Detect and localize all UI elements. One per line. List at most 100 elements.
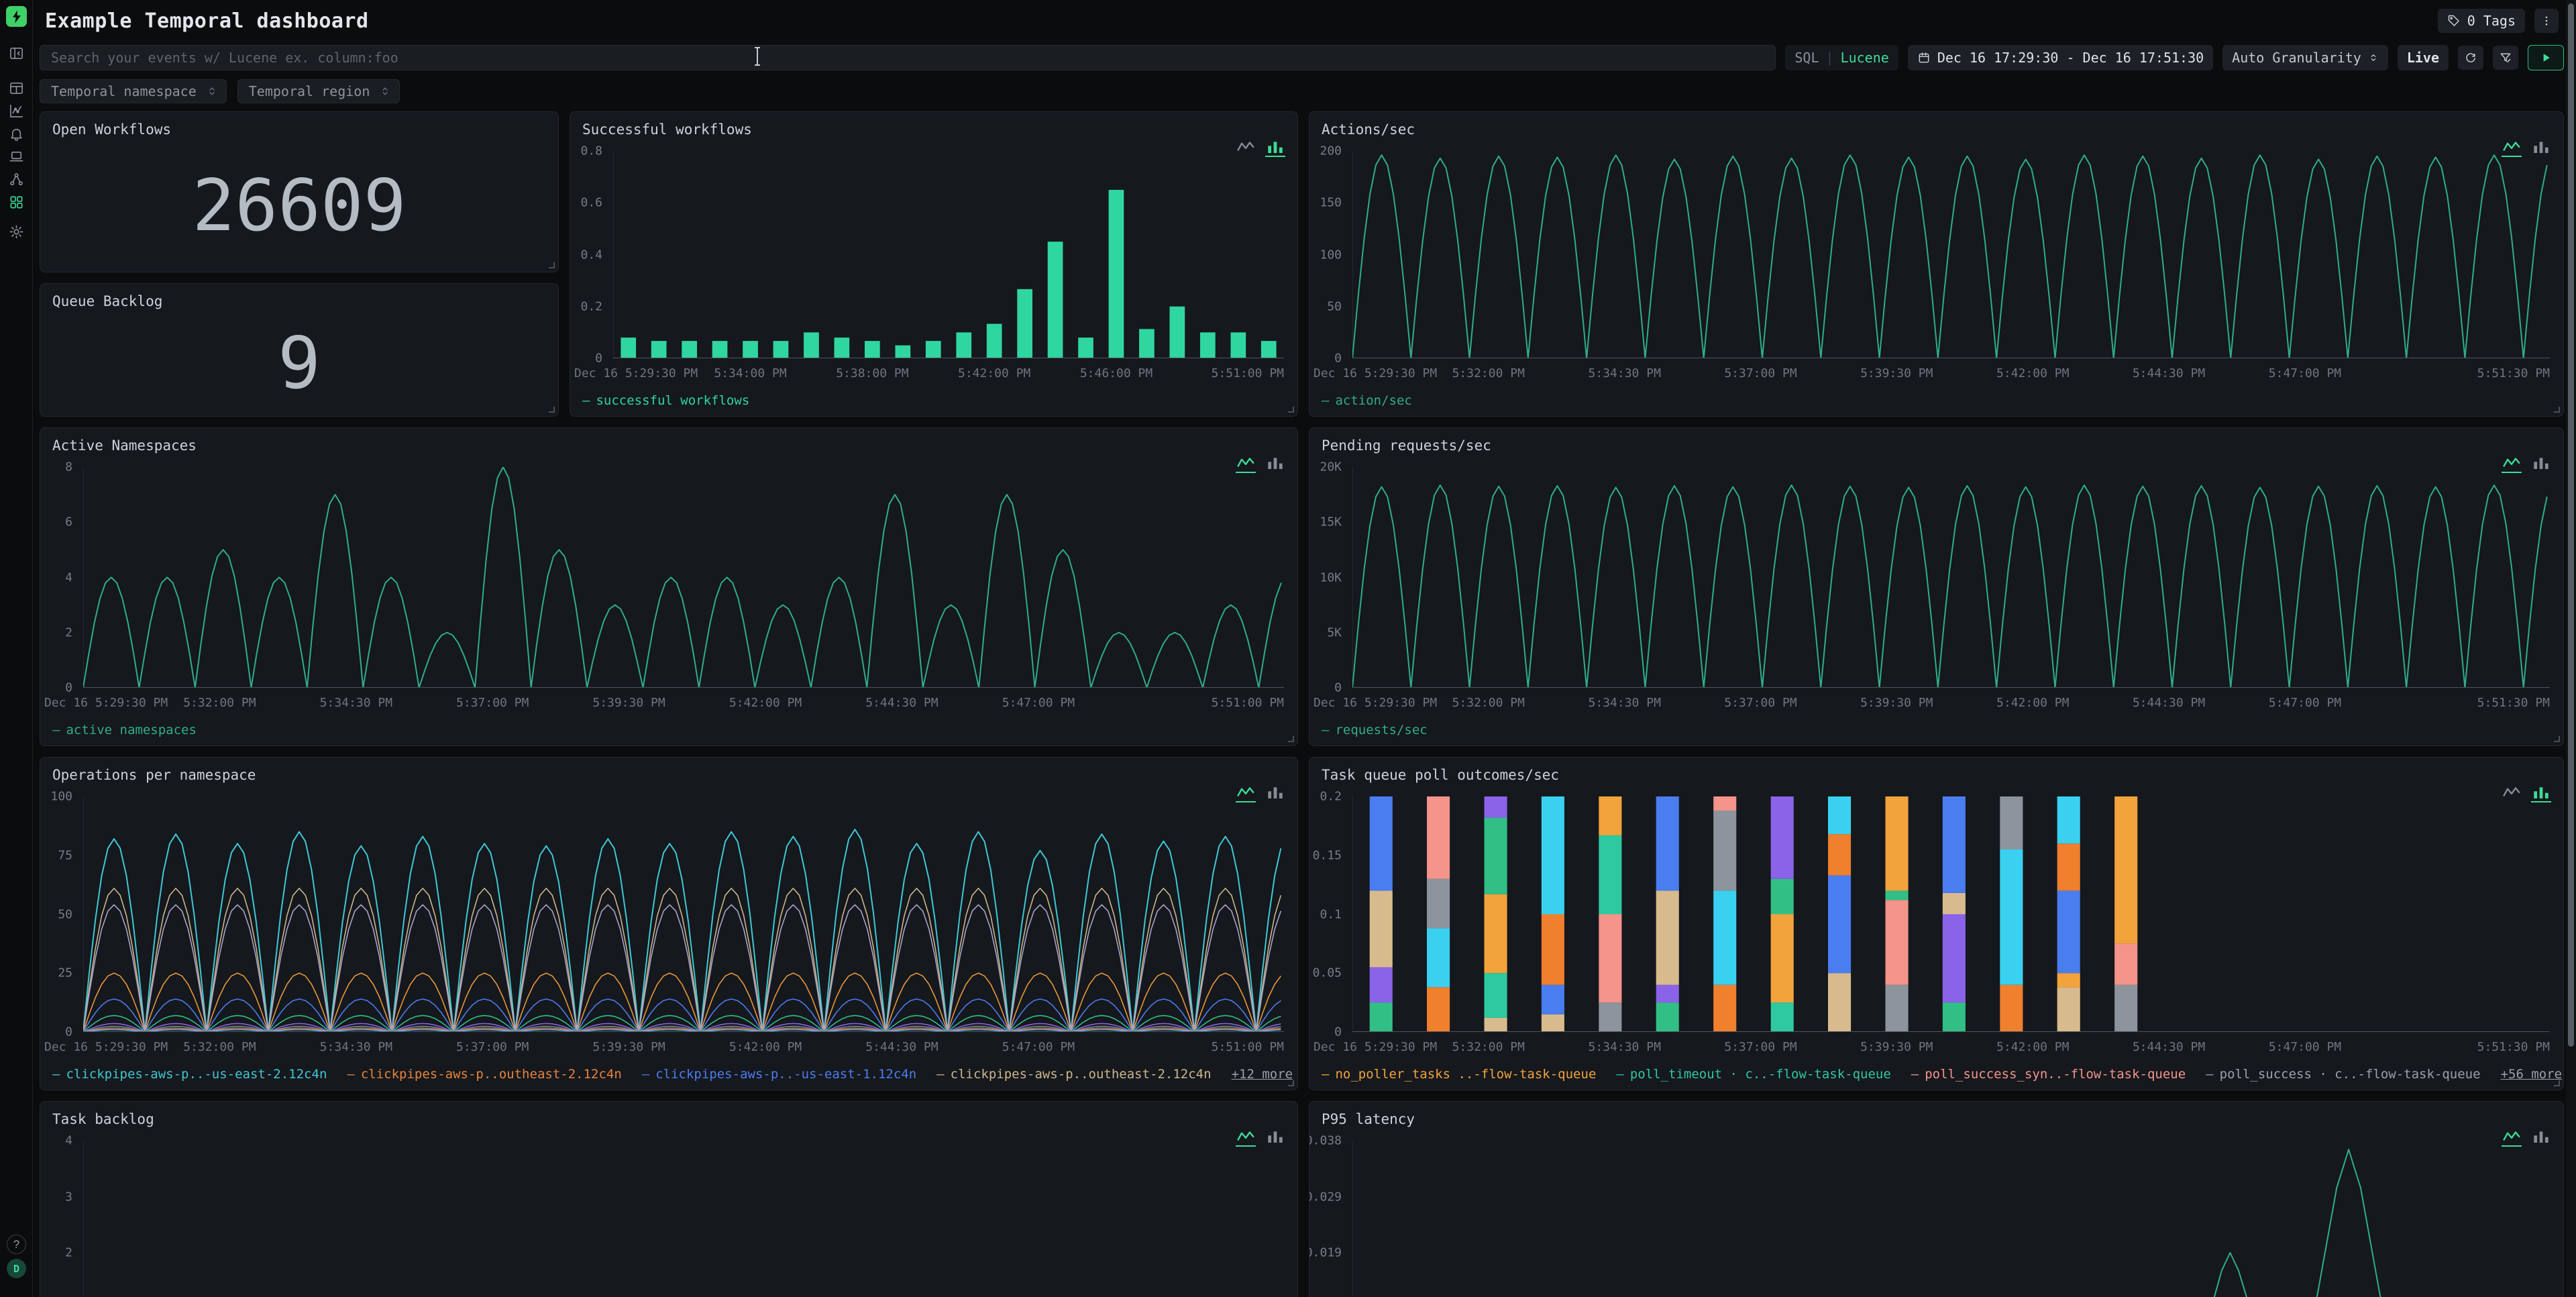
legend-item[interactable]: —active namespaces	[52, 723, 197, 737]
sidebar-item-settings[interactable]	[9, 224, 24, 240]
x-tick-label: 5:44:30 PM	[865, 696, 938, 710]
sql-mode-label[interactable]: SQL	[1794, 50, 1819, 66]
bar-chart-toggle-icon[interactable]	[1265, 456, 1285, 473]
bar-chart-toggle-icon[interactable]	[2531, 456, 2551, 473]
y-tick-label: 0	[65, 1025, 72, 1039]
collapse-sidebar-button[interactable]	[9, 46, 24, 61]
live-button[interactable]: Live	[2398, 45, 2449, 70]
search-input[interactable]	[40, 45, 1776, 70]
calendar-icon	[1917, 51, 1931, 64]
chart-pending-requests: 20K15K10K5K0Dec 16 5:29:30 PM5:32:00 PM5…	[1309, 428, 2563, 745]
legend-item[interactable]: —clickpipes-aws-p..-us-east-1.12c4n	[642, 1067, 916, 1082]
bar-chart-toggle-icon[interactable]	[1265, 786, 1285, 802]
run-query-button[interactable]	[2528, 45, 2564, 70]
x-tick-label: 5:51:00 PM	[1212, 366, 1284, 380]
panel-queue-backlog: Queue Backlog 9	[40, 283, 559, 417]
x-tick-label: 5:39:30 PM	[592, 1040, 665, 1054]
line-chart-toggle-icon[interactable]	[1236, 1130, 1256, 1147]
line-chart-toggle-icon[interactable]	[1236, 456, 1256, 473]
chart-task-backlog: 43210	[40, 1102, 1297, 1297]
sidebar-item-dashboards[interactable]	[9, 195, 24, 210]
sidebar-item-chart-explorer[interactable]	[9, 103, 24, 119]
chart-legend: —action/sec	[1322, 393, 1412, 408]
legend-item[interactable]: —poll_success_syn..-flow-task-queue	[1911, 1067, 2186, 1082]
granularity-value: Auto Granularity	[2232, 50, 2361, 66]
bar-chart-toggle-icon[interactable]	[1265, 1130, 1285, 1147]
sidebar-item-search[interactable]	[9, 81, 24, 96]
search-row: SQL | Lucene Dec 16 17:29:30 - Dec 16 17…	[33, 42, 2576, 72]
line-chart-toggle-icon[interactable]	[2502, 140, 2522, 157]
panel-title: Active Namespaces	[52, 437, 197, 454]
y-tick-label: 25	[58, 966, 72, 980]
legend-more-link[interactable]: +12 more	[1232, 1067, 1293, 1082]
y-axis: 1007550250	[40, 796, 78, 1032]
line-chart-toggle-icon[interactable]	[1236, 786, 1256, 802]
y-tick-label: 0.029	[1309, 1190, 1342, 1204]
filter-temporal-region[interactable]: Temporal region	[237, 79, 400, 103]
lucene-mode-label[interactable]: Lucene	[1841, 50, 1889, 66]
filter-edit-button[interactable]	[2493, 46, 2518, 70]
legend-more-link[interactable]: +56 more	[2501, 1067, 2563, 1082]
y-tick-label: 200	[1320, 144, 1342, 158]
legend-item[interactable]: —poll_success · c..-flow-task-queue	[2206, 1067, 2480, 1082]
sidebar-item-services[interactable]	[9, 172, 24, 187]
x-tick-label: 5:39:30 PM	[592, 696, 665, 710]
legend-item[interactable]: —poll_timeout · c..-flow-task-queue	[1616, 1067, 1890, 1082]
resize-handle[interactable]	[2554, 736, 2560, 742]
y-axis: 0.20.150.10.050	[1309, 796, 1347, 1032]
y-tick-label: 6	[65, 515, 72, 529]
legend-item[interactable]: —action/sec	[1322, 393, 1412, 408]
x-tick-label: 5:32:00 PM	[183, 1040, 256, 1054]
sidebar-item-clients[interactable]	[9, 149, 24, 164]
chart-legend: —successful workflows	[582, 393, 749, 408]
x-tick-label: 5:47:00 PM	[2269, 1040, 2341, 1054]
tags-button[interactable]: 0 Tags	[2438, 9, 2525, 33]
resize-handle[interactable]	[1288, 736, 1294, 742]
bar-chart-toggle-icon[interactable]	[2531, 140, 2551, 157]
help-label: ?	[13, 1238, 19, 1251]
bar-chart-toggle-icon[interactable]	[2531, 1130, 2551, 1147]
line-chart-toggle-icon[interactable]	[1236, 140, 1256, 157]
x-tick-label: 5:34:30 PM	[1589, 696, 1661, 710]
x-axis: Dec 16 5:29:30 PM5:34:00 PM5:38:00 PM5:4…	[613, 362, 1284, 380]
line-chart-toggle-icon[interactable]	[2502, 456, 2522, 473]
line-chart-toggle-icon[interactable]	[2502, 1130, 2522, 1147]
plot-area	[1352, 151, 2550, 358]
legend-swatch: —	[2206, 1067, 2213, 1082]
legend-item[interactable]: —no_poller_tasks ..-flow-task-queue	[1322, 1067, 1596, 1082]
resize-handle[interactable]	[1288, 407, 1294, 413]
query-language-toggle[interactable]: SQL | Lucene	[1785, 45, 1898, 70]
scrollbar-thumb[interactable]	[2568, 3, 2574, 1047]
legend-item[interactable]: —requests/sec	[1322, 723, 1428, 737]
chart-type-toggles	[1236, 140, 1285, 157]
app-logo[interactable]	[6, 6, 27, 27]
help-button[interactable]: ?	[7, 1235, 26, 1254]
legend-item[interactable]: —clickpipes-aws-p..outheast-2.12c4n	[936, 1067, 1211, 1082]
chart-p95-latency: 0.0380.0290.0190.010	[1309, 1102, 2563, 1297]
panel-title: Queue Backlog	[52, 293, 162, 309]
legend-item[interactable]: —clickpipes-aws-p..-us-east-2.12c4n	[52, 1067, 327, 1082]
bar-chart-toggle-icon[interactable]	[1265, 140, 1285, 157]
tags-label: 0 Tags	[2467, 13, 2516, 29]
legend-item[interactable]: —clickpipes-aws-p..outheast-2.12c4n	[347, 1067, 621, 1082]
filter-temporal-namespace[interactable]: Temporal namespace	[40, 79, 227, 103]
resize-handle[interactable]	[2554, 407, 2560, 413]
y-tick-label: 0.2	[1320, 790, 1342, 804]
y-tick-label: 0.6	[580, 196, 602, 210]
sidebar-item-alerts[interactable]	[9, 126, 24, 142]
y-tick-label: 75	[58, 848, 72, 862]
dashboard-menu-button[interactable]	[2534, 9, 2559, 33]
resize-handle[interactable]	[549, 262, 555, 268]
bar-chart-toggle-icon[interactable]	[2531, 786, 2551, 802]
resize-handle[interactable]	[549, 407, 555, 413]
line-chart-toggle-icon[interactable]	[2502, 786, 2522, 802]
granularity-select[interactable]: Auto Granularity	[2222, 45, 2388, 70]
share-nodes-icon	[9, 172, 24, 187]
time-range-picker[interactable]: Dec 16 17:29:30 - Dec 16 17:51:30	[1908, 45, 2213, 70]
x-tick-label: 5:47:00 PM	[2269, 696, 2341, 710]
panel-grid: Open Workflows 26609 Queue Backlog 9 Suc…	[33, 111, 2576, 1297]
refresh-button[interactable]	[2458, 46, 2483, 70]
legend-item[interactable]: —successful workflows	[582, 393, 749, 408]
user-avatar[interactable]: D	[7, 1259, 26, 1278]
time-range-value: Dec 16 17:29:30 - Dec 16 17:51:30	[1937, 50, 2204, 66]
